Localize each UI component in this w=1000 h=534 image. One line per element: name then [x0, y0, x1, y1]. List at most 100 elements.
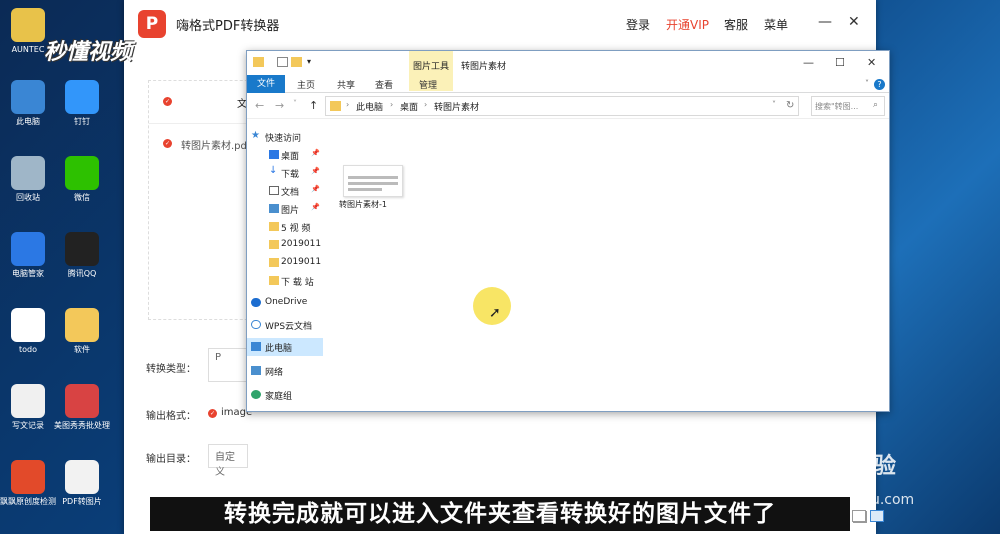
- thumbnail-view-icon[interactable]: [870, 510, 884, 522]
- desktop-icon-3[interactable]: 回收站: [0, 156, 56, 203]
- pin-icon: 📌: [311, 185, 320, 193]
- nav-desktop[interactable]: 桌面 📌: [247, 146, 323, 164]
- tab-file[interactable]: 文件: [247, 75, 285, 93]
- folder-icon: [253, 57, 264, 67]
- homegroup-icon: [251, 390, 261, 399]
- file-check-icon[interactable]: ✓: [163, 139, 172, 148]
- forward-button[interactable]: →: [275, 99, 284, 112]
- video-watermark: 秒懂视频: [44, 40, 133, 65]
- back-button[interactable]: ←: [255, 99, 264, 112]
- desktop-icon-2[interactable]: 此电脑: [0, 80, 56, 127]
- desktop-icon-6[interactable]: 写文记录: [0, 384, 56, 431]
- file-explorer-window: ▾ 图片工具 转图片素材 — ☐ ✕ 文件 主页 共享 查看 管理 ˅ ? ← …: [246, 50, 890, 523]
- properties-icon[interactable]: [277, 57, 288, 67]
- close-button[interactable]: ✕: [867, 56, 876, 69]
- nav-wps-cloud[interactable]: WPS云文档: [247, 316, 323, 334]
- format-check-icon[interactable]: ✓: [208, 409, 217, 418]
- expand-ribbon-icon[interactable]: ˅: [865, 79, 869, 88]
- app-icon: [11, 8, 45, 42]
- details-view-icon[interactable]: [852, 510, 866, 522]
- picture-icon: [269, 204, 279, 213]
- picture-tools-label: 图片工具: [413, 62, 450, 72]
- help-icon[interactable]: ?: [874, 79, 885, 90]
- new-folder-icon[interactable]: [291, 57, 302, 67]
- app-icon: [65, 80, 99, 114]
- folder-icon: [269, 240, 279, 249]
- menu-link[interactable]: 菜单: [764, 16, 788, 33]
- maximize-button[interactable]: ☐: [835, 56, 845, 69]
- nav-this-pc[interactable]: 此电脑: [247, 338, 323, 356]
- refresh-icon[interactable]: ↻: [786, 100, 794, 111]
- nav-onedrive[interactable]: OneDrive: [247, 294, 323, 312]
- app-icon: [11, 80, 45, 114]
- app-icon: [11, 460, 45, 494]
- desktop-icon-label: 电脑管家: [12, 269, 44, 278]
- app-icon: [65, 156, 99, 190]
- desktop-icon-7[interactable]: 飘飘原创度检测: [0, 460, 56, 507]
- desktop-icon-4[interactable]: 电脑管家: [0, 232, 56, 279]
- navigation-pane: ★ 快速访问 桌面 📌 ↓ 下载 📌 文档 📌 图片 📌 5 视 频 2019011 2…: [247, 120, 323, 410]
- vip-link[interactable]: 开通VIP: [666, 16, 709, 33]
- ribbon-tabs: 文件 主页 共享 查看 管理 ˅ ?: [247, 75, 889, 93]
- login-link[interactable]: 登录: [626, 16, 650, 33]
- desktop-icon-8[interactable]: 钉钉: [54, 80, 110, 127]
- nav-network[interactable]: 网络: [247, 362, 323, 380]
- nav-folder-download-site[interactable]: 下 载 站: [247, 272, 323, 290]
- desktop-icon-13[interactable]: PDF转图片: [54, 460, 110, 507]
- search-icon: ⌕: [873, 100, 879, 110]
- desktop-icon-label: 美图秀秀批处理: [54, 421, 110, 430]
- minimize-button[interactable]: —: [803, 56, 814, 69]
- folder-icon: [330, 101, 341, 111]
- nav-downloads[interactable]: ↓ 下载 📌: [247, 164, 323, 182]
- network-icon: [251, 366, 261, 375]
- nav-folder-video[interactable]: 5 视 频: [247, 218, 323, 236]
- folder-icon: [269, 276, 279, 285]
- file-thumbnail[interactable]: [343, 165, 403, 197]
- tab-manage[interactable]: 管理: [419, 78, 437, 91]
- desktop-icon-5[interactable]: todo: [0, 308, 56, 355]
- minimize-button[interactable]: —: [818, 14, 832, 30]
- breadcrumb-folder[interactable]: 转图片素材: [434, 100, 479, 113]
- pin-icon: 📌: [311, 203, 320, 211]
- desktop-icon-10[interactable]: 腾讯QQ: [54, 232, 110, 279]
- nav-documents[interactable]: 文档 📌: [247, 182, 323, 200]
- nav-quick-access[interactable]: ★ 快速访问: [247, 128, 323, 146]
- desktop-icon-9[interactable]: 微信: [54, 156, 110, 203]
- desktop-icon-label: 写文记录: [12, 421, 44, 430]
- dropdown-icon[interactable]: ▾: [307, 57, 315, 67]
- up-button[interactable]: ↑: [309, 99, 318, 112]
- converter-titlebar: P 嗨格式PDF转换器 登录 开通VIP 客服 菜单 — ✕: [124, 0, 876, 48]
- desktop-icon-12[interactable]: 美图秀秀批处理: [54, 384, 110, 431]
- close-button[interactable]: ✕: [848, 14, 860, 30]
- baidu-logo: Bai du: [760, 438, 864, 476]
- desktop-icon-11[interactable]: 软件: [54, 308, 110, 355]
- breadcrumb-desktop[interactable]: 桌面: [400, 100, 418, 113]
- app-icon: [11, 156, 45, 190]
- conversion-type-select[interactable]: P: [208, 348, 248, 382]
- tab-home[interactable]: 主页: [297, 78, 315, 91]
- file-item-name[interactable]: 转图片素材-1: [339, 199, 387, 210]
- tab-share[interactable]: 共享: [337, 78, 355, 91]
- desktop-icon-label: 钉钉: [74, 117, 90, 126]
- select-all-check-icon[interactable]: ✓: [163, 97, 172, 106]
- app-icon: [65, 384, 99, 418]
- nav-homegroup[interactable]: 家庭组: [247, 386, 323, 404]
- nav-pictures[interactable]: 图片 📌: [247, 200, 323, 218]
- desktop-icon-label: 微信: [74, 193, 90, 202]
- mouse-cursor-icon: ➚: [489, 305, 501, 321]
- recent-dropdown-icon[interactable]: ˅: [293, 99, 297, 108]
- address-dropdown-icon[interactable]: ˅: [772, 100, 776, 109]
- breadcrumb-thispc[interactable]: 此电脑: [356, 100, 383, 113]
- star-icon: ★: [251, 130, 260, 141]
- service-link[interactable]: 客服: [724, 16, 748, 33]
- desktop-icon: [269, 150, 279, 159]
- nav-folder-2019-a[interactable]: 2019011: [247, 236, 323, 254]
- baidu-jingyan-logo: 经验: [852, 454, 897, 479]
- tab-view[interactable]: 查看: [375, 78, 393, 91]
- app-icon: [11, 232, 45, 266]
- nav-folder-2019-b[interactable]: 2019011: [247, 254, 323, 272]
- cloud-icon: [251, 298, 261, 307]
- address-bar[interactable]: › 此电脑 › 桌面 › 转图片素材 ˅ ↻: [325, 96, 799, 116]
- document-icon: [269, 186, 279, 195]
- output-dir-select[interactable]: 自定义: [208, 444, 248, 478]
